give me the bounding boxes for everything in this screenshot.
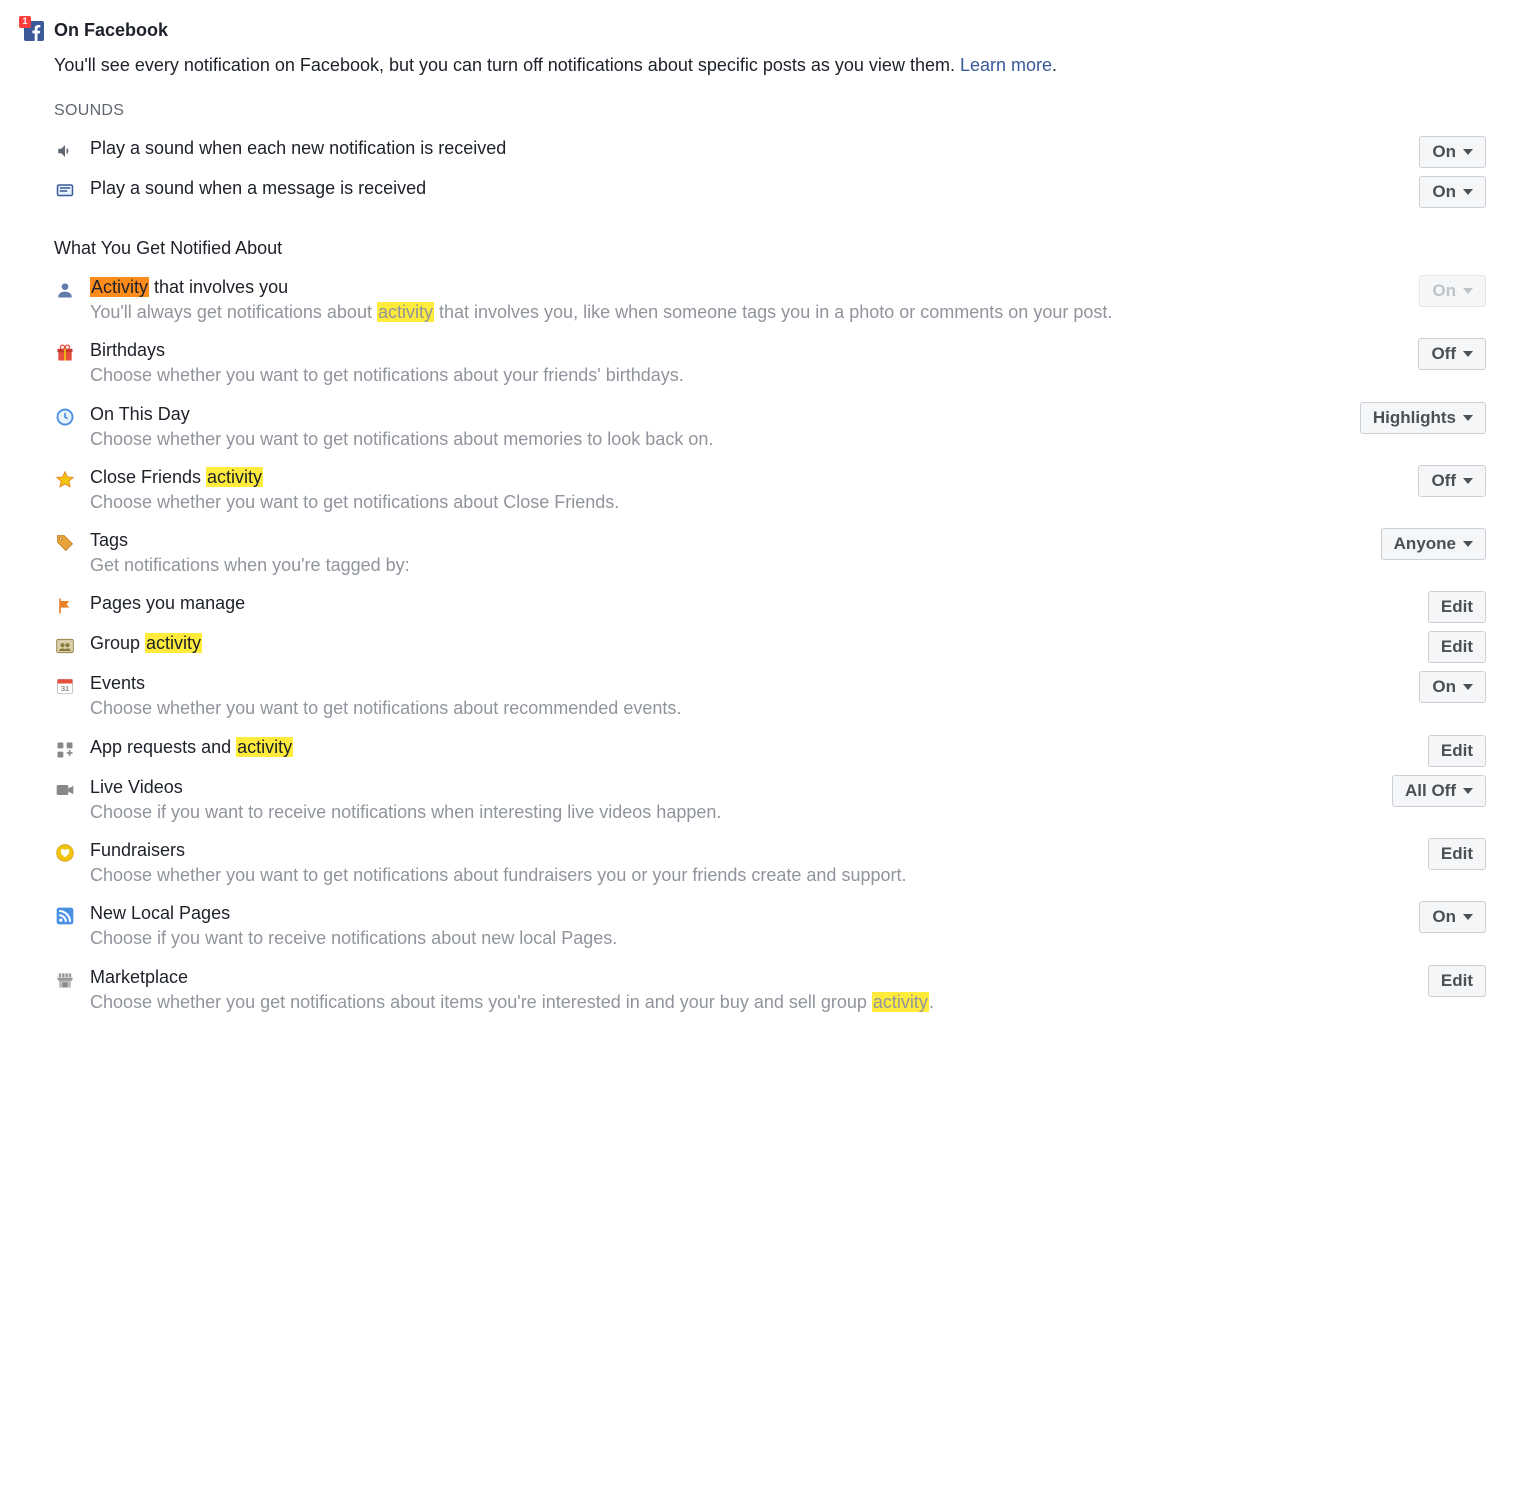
group-edit-button[interactable]: Edit xyxy=(1428,631,1486,663)
sound-notification-dropdown[interactable]: On xyxy=(1419,136,1486,168)
activity-title: Activity that involves you xyxy=(90,277,1350,298)
chevron-down-icon xyxy=(1463,541,1473,547)
sound-notification-row: Play a sound when each new notification … xyxy=(24,130,1490,170)
header: 1 On Facebook xyxy=(24,20,1490,41)
pages-edit-button[interactable]: Edit xyxy=(1428,591,1486,623)
calendar-icon: 31 xyxy=(54,675,76,697)
chevron-down-icon xyxy=(1463,415,1473,421)
sound-message-label: Play a sound when a message is received xyxy=(90,178,1350,199)
marketplace-row: Marketplace Choose whether you get notif… xyxy=(24,959,1490,1022)
closefriends-dropdown[interactable]: Off xyxy=(1418,465,1486,497)
gift-icon xyxy=(54,342,76,364)
pages-title: Pages you manage xyxy=(90,593,1350,614)
apps-title: App requests and activity xyxy=(90,737,1350,758)
marketplace-edit-button[interactable]: Edit xyxy=(1428,965,1486,997)
tags-title: Tags xyxy=(90,530,1350,551)
live-title: Live Videos xyxy=(90,777,1350,798)
onthisday-row: On This Day Choose whether you want to g… xyxy=(24,396,1490,459)
group-title: Group activity xyxy=(90,633,1350,654)
learn-more-link[interactable]: Learn more xyxy=(960,55,1052,75)
birthdays-row: Birthdays Choose whether you want to get… xyxy=(24,332,1490,395)
sound-message-dropdown[interactable]: On xyxy=(1419,176,1486,208)
clock-icon xyxy=(54,406,76,428)
pages-row: Pages you manage Edit xyxy=(24,585,1490,625)
notification-badge: 1 xyxy=(19,16,31,28)
fundraisers-edit-button[interactable]: Edit xyxy=(1428,838,1486,870)
person-icon xyxy=(54,279,76,301)
coin-heart-icon xyxy=(54,842,76,864)
flag-icon xyxy=(54,595,76,617)
onthisday-title: On This Day xyxy=(90,404,1350,425)
localpages-desc: Choose if you want to receive notificati… xyxy=(90,926,1350,950)
activity-dropdown: On xyxy=(1419,275,1486,307)
svg-text:31: 31 xyxy=(61,684,69,693)
tags-row: Tags Get notifications when you're tagge… xyxy=(24,522,1490,585)
closefriends-row: Close Friends activity Choose whether yo… xyxy=(24,459,1490,522)
birthdays-title: Birthdays xyxy=(90,340,1350,361)
marketplace-desc: Choose whether you get notifications abo… xyxy=(90,990,1350,1014)
rss-icon xyxy=(54,905,76,927)
chevron-down-icon xyxy=(1463,149,1473,155)
events-desc: Choose whether you want to get notificat… xyxy=(90,696,1350,720)
chevron-down-icon xyxy=(1463,788,1473,794)
fundraisers-title: Fundraisers xyxy=(90,840,1350,861)
marketplace-title: Marketplace xyxy=(90,967,1350,988)
onthisday-desc: Choose whether you want to get notificat… xyxy=(90,427,1350,451)
chevron-down-icon xyxy=(1463,189,1473,195)
tags-dropdown[interactable]: Anyone xyxy=(1381,528,1486,560)
group-icon xyxy=(54,635,76,657)
localpages-dropdown[interactable]: On xyxy=(1419,901,1486,933)
sound-notification-label: Play a sound when each new notification … xyxy=(90,138,1350,159)
chevron-down-icon xyxy=(1463,914,1473,920)
speaker-icon xyxy=(54,140,76,162)
birthdays-desc: Choose whether you want to get notificat… xyxy=(90,363,1350,387)
video-icon xyxy=(54,779,76,801)
tags-desc: Get notifications when you're tagged by: xyxy=(90,553,1350,577)
apps-row: App requests and activity Edit xyxy=(24,729,1490,769)
chevron-down-icon xyxy=(1463,351,1473,357)
localpages-title: New Local Pages xyxy=(90,903,1350,924)
tag-icon xyxy=(54,532,76,554)
activity-desc: You'll always get notifications about ac… xyxy=(90,300,1350,324)
store-icon xyxy=(54,969,76,991)
birthdays-dropdown[interactable]: Off xyxy=(1418,338,1486,370)
chevron-down-icon xyxy=(1463,478,1473,484)
apps-icon xyxy=(54,739,76,761)
sounds-heading: SOUNDS xyxy=(54,102,1490,120)
onthisday-dropdown[interactable]: Highlights xyxy=(1360,402,1486,434)
apps-edit-button[interactable]: Edit xyxy=(1428,735,1486,767)
activity-row: Activity that involves you You'll always… xyxy=(24,269,1490,332)
fundraisers-desc: Choose whether you want to get notificat… xyxy=(90,863,1350,887)
events-row: 31 Events Choose whether you want to get… xyxy=(24,665,1490,728)
notified-heading: What You Get Notified About xyxy=(54,238,1490,259)
live-desc: Choose if you want to receive notificati… xyxy=(90,800,1350,824)
localpages-row: New Local Pages Choose if you want to re… xyxy=(24,895,1490,958)
sound-message-row: Play a sound when a message is received … xyxy=(24,170,1490,210)
chevron-down-icon xyxy=(1463,684,1473,690)
events-dropdown[interactable]: On xyxy=(1419,671,1486,703)
page-title: On Facebook xyxy=(54,20,168,41)
closefriends-title: Close Friends activity xyxy=(90,467,1350,488)
events-title: Events xyxy=(90,673,1350,694)
message-icon xyxy=(54,180,76,202)
chevron-down-icon xyxy=(1463,288,1473,294)
facebook-icon: 1 xyxy=(24,21,44,41)
live-dropdown[interactable]: All Off xyxy=(1392,775,1486,807)
fundraisers-row: Fundraisers Choose whether you want to g… xyxy=(24,832,1490,895)
closefriends-desc: Choose whether you want to get notificat… xyxy=(90,490,1350,514)
live-row: Live Videos Choose if you want to receiv… xyxy=(24,769,1490,832)
group-row: Group activity Edit xyxy=(24,625,1490,665)
intro-text: You'll see every notification on Faceboo… xyxy=(54,55,1490,76)
star-icon xyxy=(54,469,76,491)
